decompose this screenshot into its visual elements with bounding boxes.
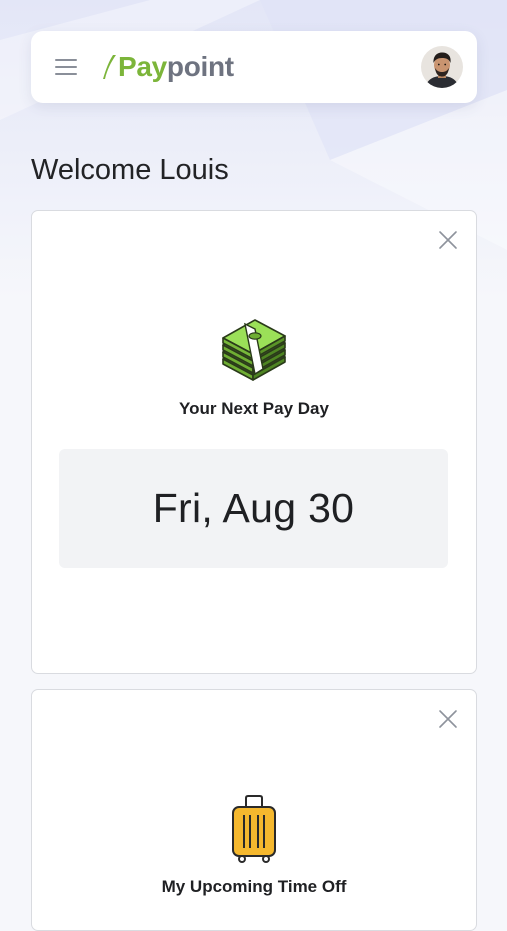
card-title: Your Next Pay Day	[179, 399, 329, 418]
suitcase-icon	[232, 795, 276, 863]
hamburger-menu-icon[interactable]	[53, 57, 79, 77]
logo-pay-text: Pay	[118, 51, 167, 82]
logo-text: Paypoint	[118, 50, 234, 84]
money-stack-icon	[222, 319, 286, 381]
avatar-image	[421, 46, 463, 88]
logo-swoosh-icon	[103, 55, 116, 79]
user-avatar[interactable]	[421, 46, 463, 88]
welcome-heading: Welcome Louis	[31, 154, 229, 186]
logo-point-text: point	[166, 51, 234, 82]
paypoint-logo[interactable]: Paypoint	[103, 50, 234, 84]
top-header-bar: Paypoint	[31, 31, 477, 103]
pay-date-box: Fri, Aug 30	[59, 449, 448, 568]
next-pay-day-card: Your Next Pay Day Fri, Aug 30	[31, 210, 477, 674]
close-icon[interactable]	[438, 230, 458, 250]
upcoming-time-off-card: My Upcoming Time Off	[31, 689, 477, 931]
card-title: My Upcoming Time Off	[161, 877, 347, 896]
close-icon[interactable]	[438, 709, 458, 729]
pay-date-value: Fri, Aug 30	[152, 485, 355, 531]
